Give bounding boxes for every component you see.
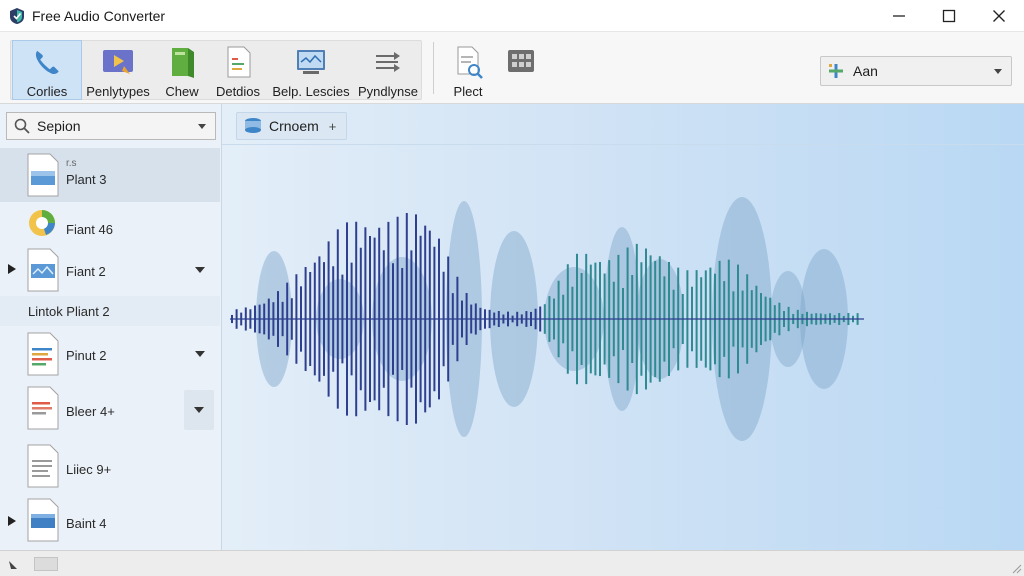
sidebar-item-label: Plant 3 xyxy=(66,172,107,187)
phone-icon xyxy=(35,50,59,74)
status-arrow-icon xyxy=(9,561,17,569)
toolbar-button-plect[interactable]: Plect xyxy=(446,40,490,100)
tab-label: Crnoem xyxy=(269,118,319,134)
document-search-icon xyxy=(457,46,483,79)
search-icon xyxy=(14,118,30,134)
waveform-panel: Crnoem + xyxy=(222,104,1024,550)
sidebar-item-subtitle: r.s xyxy=(66,158,77,169)
database-icon xyxy=(245,118,261,133)
sidebar-item-baint-4[interactable]: Baint 4 xyxy=(0,494,220,548)
resize-grip-icon[interactable] xyxy=(1010,562,1022,574)
file-lines-red-icon xyxy=(27,386,59,430)
plus-grid-icon xyxy=(829,64,843,78)
sidebar-item-label: Fiant 46 xyxy=(66,222,113,237)
video-icon xyxy=(103,50,133,74)
sidebar-item-bleer-4[interactable]: Bleer 4+ xyxy=(0,382,220,438)
maximize-button[interactable] xyxy=(924,0,974,32)
toolbar-button-belp-lescies[interactable]: Belp. Lescies xyxy=(270,40,352,100)
sidebar-item-pinut-2[interactable]: Pinut 2 xyxy=(0,328,220,380)
book-icon xyxy=(172,48,194,78)
chevron-down-icon xyxy=(194,407,204,413)
shuffle-icon xyxy=(376,52,400,72)
format-select[interactable]: Aan xyxy=(820,56,1012,86)
sidebar-item-label: Fiant 2 xyxy=(66,264,106,279)
minimize-button[interactable] xyxy=(874,0,924,32)
monitor-icon xyxy=(297,50,325,74)
file-image-icon xyxy=(27,153,59,197)
toolbar-button-chew[interactable]: Chew xyxy=(158,40,206,100)
sidebar-item-label: Baint 4 xyxy=(66,516,107,531)
dropdown-button[interactable] xyxy=(184,390,214,430)
status-bar xyxy=(0,550,1024,576)
toolbar-button-film[interactable] xyxy=(502,40,540,100)
toolbar: Corlies Penlytypes Chew Detdios Belp. Le… xyxy=(0,32,1024,104)
chevron-down-icon xyxy=(198,124,206,129)
sidebar-item-label: Bleer 4+ xyxy=(66,404,115,419)
sidebar-item-fiant-2[interactable]: Fiant 2 xyxy=(0,244,220,296)
sidebar-search-value: Sepion xyxy=(37,118,81,134)
toolbar-button-penlytypes[interactable]: Penlytypes xyxy=(84,40,152,100)
sidebar-search-select[interactable]: Sepion xyxy=(6,112,216,140)
pie-chart-icon xyxy=(29,210,55,236)
toolbar-separator xyxy=(433,42,434,94)
title-bar: Free Audio Converter xyxy=(0,0,1024,32)
toolbar-button-corlies[interactable]: Corlies xyxy=(12,40,82,100)
toolbar-button-detdios[interactable]: Detdios xyxy=(212,40,264,100)
minimize-icon xyxy=(893,14,905,17)
close-button[interactable] xyxy=(974,0,1024,32)
file-lines-gray-icon xyxy=(27,444,59,488)
document-icon xyxy=(227,46,251,78)
film-icon xyxy=(508,50,534,72)
tab-crnoem[interactable]: Crnoem + xyxy=(236,112,348,140)
sidebar-item-label: Lintok Pliant 2 xyxy=(28,304,110,319)
sidebar-item-lintok-pliant-2[interactable]: Lintok Pliant 2 xyxy=(0,296,220,326)
file-image-icon xyxy=(27,498,59,542)
file-image-icon xyxy=(27,248,59,292)
close-icon xyxy=(993,9,1005,22)
panel-divider xyxy=(222,144,1024,145)
maximize-icon xyxy=(942,9,956,22)
file-lines-icon xyxy=(27,332,59,376)
sidebar-item-label: Liiec 9+ xyxy=(66,462,112,477)
sidebar: Sepion r.s Plant 3 Fiant 46 Fiant 2 Lint… xyxy=(0,104,222,550)
status-indicator xyxy=(34,557,58,571)
chevron-down-icon[interactable] xyxy=(194,265,206,275)
app-logo-icon xyxy=(10,7,24,24)
chevron-down-icon[interactable] xyxy=(194,349,206,359)
window-title: Free Audio Converter xyxy=(32,7,166,24)
audio-waveform[interactable] xyxy=(222,174,1024,474)
sidebar-item-liiec-9[interactable]: Liiec 9+ xyxy=(0,438,220,494)
window-controls xyxy=(874,0,1024,32)
sidebar-item-plant-3[interactable]: r.s Plant 3 xyxy=(0,148,220,202)
toolbar-button-pyndlynse[interactable]: Pyndlynse xyxy=(358,40,418,100)
format-select-value: Aan xyxy=(853,63,878,79)
sidebar-item-label: Pinut 2 xyxy=(66,348,107,363)
chevron-down-icon xyxy=(994,69,1002,74)
expand-arrow-icon[interactable] xyxy=(7,264,16,274)
add-tab-icon[interactable]: + xyxy=(329,119,337,134)
expand-arrow-icon[interactable] xyxy=(7,516,16,526)
